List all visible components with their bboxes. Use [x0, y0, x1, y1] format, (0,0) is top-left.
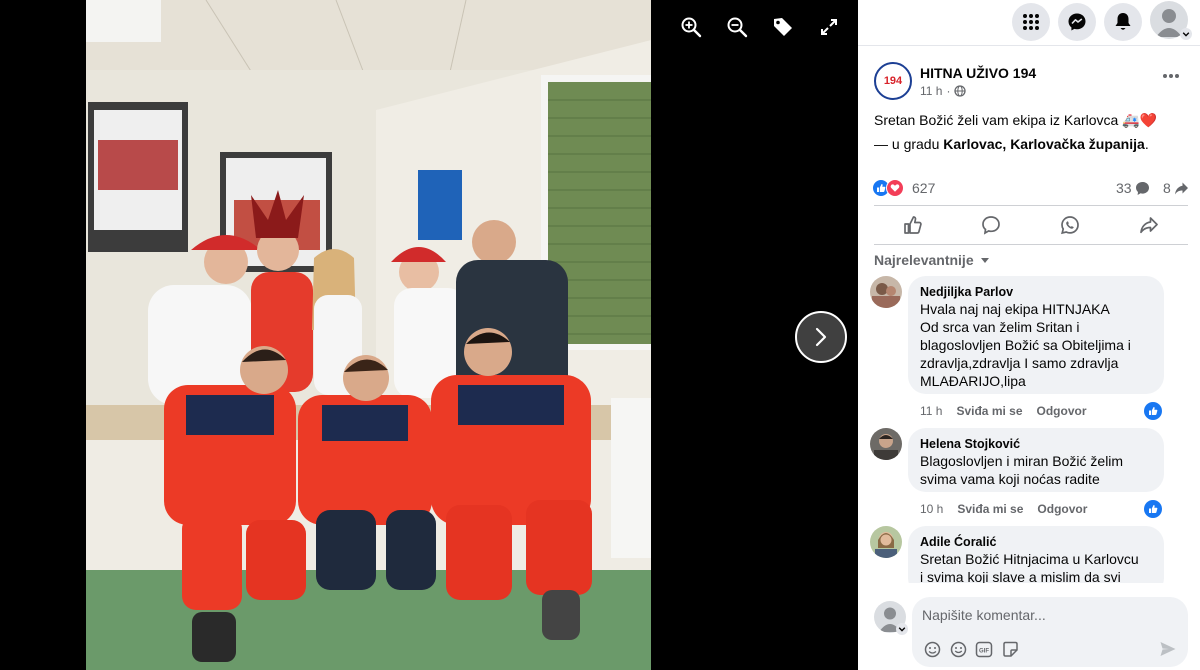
post-location-line: — u gradu Karlovac, Karlovačka županija. — [874, 132, 1188, 156]
post-header: 194 HITNA UŽIVO 194 11 h · — [874, 62, 1190, 104]
page-name[interactable]: HITNA UŽIVO 194 — [920, 65, 1036, 81]
share-icon — [1140, 217, 1158, 234]
comment-bubble: Nedjiljka Parlov Hvala naj naj ekipa HIT… — [908, 276, 1164, 394]
more-dots-icon — [1163, 74, 1179, 78]
chevron-right-icon — [815, 327, 827, 347]
comment-avatar[interactable] — [870, 276, 902, 308]
comment-button[interactable] — [952, 206, 1030, 244]
comment-time[interactable]: 10 h — [920, 502, 943, 516]
meta-separator: · — [946, 84, 951, 98]
comment-bubble-icon — [1135, 181, 1149, 195]
share-arrow-icon — [1174, 182, 1188, 194]
comment-like-button[interactable]: Sviđa mi se — [957, 502, 1023, 516]
comment-composer: GIF — [858, 595, 1200, 670]
sort-label: Najrelevantnije — [874, 252, 974, 268]
comment-time[interactable]: 11 h — [920, 404, 942, 418]
send-button[interactable] — [1156, 637, 1180, 661]
comment-count[interactable]: 33 — [1116, 180, 1150, 196]
comment-item: Nedjiljka Parlov Hvala naj naj ekipa HIT… — [870, 276, 1190, 420]
post-actions — [874, 205, 1188, 245]
share-button[interactable] — [1110, 206, 1188, 244]
post-time[interactable]: 11 h — [920, 84, 942, 98]
share-count[interactable]: 8 — [1163, 180, 1189, 196]
comment-avatar[interactable] — [870, 526, 902, 558]
comment-line: Blagoslovljen i miran Božić želim — [920, 453, 1124, 469]
comment-author[interactable]: Nedjiljka Parlov — [920, 284, 1152, 300]
globe-icon — [954, 85, 967, 97]
zoom-in-icon[interactable] — [674, 10, 708, 44]
comments-scroll-edge — [858, 583, 1200, 595]
zoom-out-icon[interactable] — [720, 10, 754, 44]
comment-line: svima vama koji noćas radite — [920, 471, 1100, 487]
comment-avatar[interactable] — [870, 428, 902, 460]
post-text: Sretan Božić želi vam ekipa iz Karlovca … — [874, 108, 1188, 156]
grid-icon — [1023, 14, 1039, 30]
share-count-value: 8 — [1163, 180, 1171, 196]
comment-line: MLAĐARIJO,lipa — [920, 373, 1026, 389]
comment-like-badge-icon[interactable] — [1144, 500, 1162, 518]
reaction-count[interactable]: 627 — [912, 180, 935, 196]
page-avatar[interactable]: 194 — [874, 62, 912, 100]
comment-input[interactable] — [922, 607, 1172, 623]
comment-line: Hvala naj naj ekipa HITNJAKA — [920, 301, 1110, 317]
like-icon — [904, 216, 922, 234]
comment-like-button[interactable]: Sviđa mi se — [956, 404, 1022, 418]
comment-line: Od srca van želim Sritan i — [920, 319, 1080, 335]
comment-line: zdravlja,zdravlja I samo zdravlja — [920, 355, 1119, 371]
emoji-icon[interactable] — [948, 639, 968, 659]
comment-like-badge-icon[interactable] — [1144, 402, 1162, 420]
location-prefix: — u gradu — [874, 136, 944, 152]
post-message: Sretan Božić želi vam ekipa iz Karlovca … — [874, 112, 1158, 128]
location-suffix: . — [1144, 136, 1149, 152]
photo-viewer — [0, 0, 858, 670]
comment-reply-button[interactable]: Odgovor — [1037, 404, 1087, 418]
svg-text:GIF: GIF — [979, 648, 989, 654]
photo-illustration — [86, 0, 651, 670]
sticker-icon[interactable] — [1000, 639, 1020, 659]
post-side-panel: 194 HITNA UŽIVO 194 11 h · Sretan Božić … — [858, 0, 1200, 670]
comment-bubble: Helena Stojković Blagoslovljen i miran B… — [908, 428, 1164, 492]
comment-sort-dropdown[interactable]: Najrelevantnije — [874, 252, 990, 268]
bell-icon — [1115, 13, 1131, 30]
comment-input-box: GIF — [912, 597, 1188, 667]
comment-item: Helena Stojković Blagoslovljen i miran B… — [870, 428, 1190, 523]
post-meta: 11 h · — [920, 84, 967, 98]
comment-item: Adile Ćoralić Sretan Božić Hitnjacima u … — [870, 526, 1190, 596]
gif-icon[interactable]: GIF — [974, 639, 994, 659]
top-navigation — [858, 0, 1200, 46]
post-photo[interactable] — [86, 0, 651, 670]
comment-meta: 11 h Sviđa mi se Odgovor — [920, 404, 1087, 418]
caret-down-icon — [980, 258, 989, 263]
love-reaction-icon — [886, 179, 904, 197]
chevron-down-icon[interactable] — [1180, 28, 1192, 40]
fullscreen-icon[interactable] — [812, 10, 846, 44]
messenger-icon — [1068, 13, 1086, 31]
reaction-icons[interactable] — [872, 179, 904, 197]
comment-author[interactable]: Helena Stojković — [920, 436, 1152, 452]
comment-line: Sretan Božić Hitnjacima u Karlovcu — [920, 551, 1139, 567]
next-photo-button[interactable] — [795, 311, 847, 363]
chevron-down-icon[interactable] — [896, 623, 908, 635]
tag-icon[interactable] — [766, 10, 800, 44]
whatsapp-icon — [1061, 216, 1079, 235]
menu-grid-button[interactable] — [1012, 3, 1050, 41]
comment-meta: 10 h Sviđa mi se Odgovor — [920, 502, 1087, 516]
send-icon — [1160, 642, 1176, 656]
comment-count-value: 33 — [1116, 180, 1132, 196]
reactions-summary: 627 33 8 — [872, 178, 1188, 200]
messenger-button[interactable] — [1058, 3, 1096, 41]
comment-line: blagoslovljen Božić sa Obiteljima i — [920, 337, 1131, 353]
comment-author[interactable]: Adile Ćoralić — [920, 534, 1152, 550]
notifications-button[interactable] — [1104, 3, 1142, 41]
whatsapp-button[interactable] — [1031, 206, 1109, 244]
like-button[interactable] — [874, 206, 952, 244]
page-avatar-label: 194 — [883, 75, 903, 87]
location-link[interactable]: Karlovac, Karlovačka županija — [943, 136, 1145, 152]
more-options-button[interactable] — [1156, 64, 1186, 88]
comment-reply-button[interactable]: Odgovor — [1037, 502, 1087, 516]
comment-icon — [982, 216, 1000, 235]
avatar-sticker-icon[interactable] — [922, 639, 942, 659]
